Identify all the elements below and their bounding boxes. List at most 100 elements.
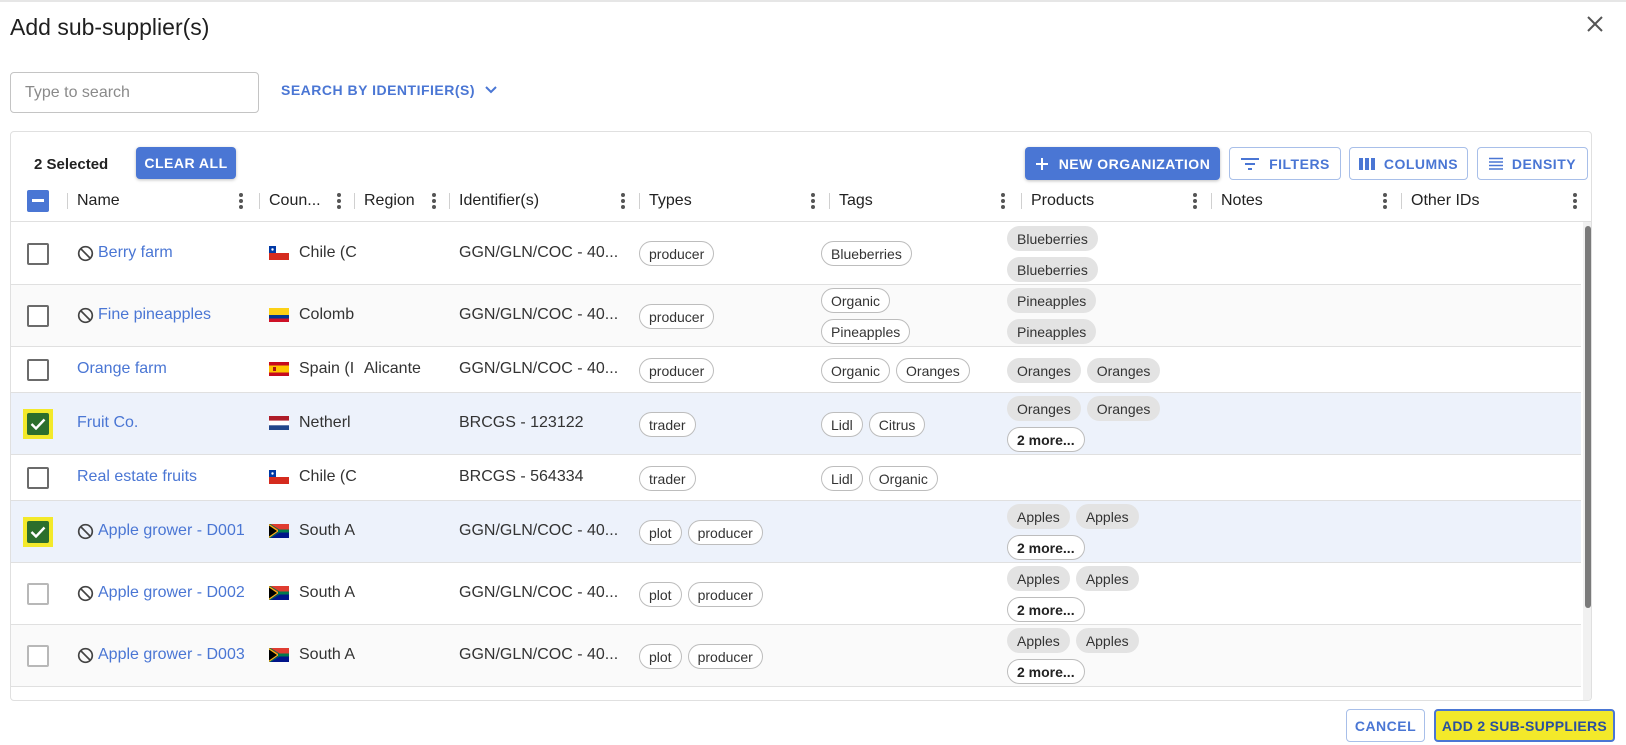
- tags-chip: Organic: [868, 466, 938, 491]
- identifier-cell: GGN/GLN/COC - 40...: [459, 306, 619, 323]
- add-sub-suppliers-button[interactable]: ADD 2 SUB-SUPPLIERS: [1434, 709, 1615, 742]
- column-header-name[interactable]: Name: [67, 181, 255, 221]
- column-menu-icon[interactable]: [1375, 191, 1395, 211]
- products-chip: Blueberries: [1007, 226, 1098, 251]
- products-cell: Oranges Oranges: [1007, 358, 1161, 383]
- organization-name-link[interactable]: Fine pineapples: [77, 306, 211, 324]
- chile-flag-icon: [269, 246, 289, 260]
- checkbox-icon: [27, 359, 49, 381]
- spain-flag-icon: [269, 362, 289, 376]
- column-header-types[interactable]: Types: [639, 181, 827, 221]
- column-header-products[interactable]: Products: [1021, 181, 1209, 221]
- no-entry-icon: [77, 307, 94, 324]
- columns-button[interactable]: COLUMNS: [1349, 147, 1468, 180]
- row-select-checkbox[interactable]: [23, 409, 53, 439]
- search-input[interactable]: [10, 72, 259, 113]
- country-cell: South A: [269, 584, 364, 602]
- show-more-products-chip[interactable]: 2 more...: [1007, 597, 1085, 622]
- types-chip: producer: [687, 582, 763, 607]
- filters-button[interactable]: FILTERS: [1229, 147, 1341, 180]
- types-cell: trader: [639, 412, 696, 437]
- show-more-products-chip[interactable]: 2 more...: [1007, 535, 1085, 560]
- column-menu-icon[interactable]: [424, 191, 444, 211]
- organization-name: Apple grower - D003: [98, 646, 245, 663]
- column-header-identifiers[interactable]: Identifier(s): [449, 181, 637, 221]
- tags-chip: Lidl: [821, 412, 863, 437]
- products-cell: Apples Apples 2 more...: [1007, 504, 1139, 560]
- cancel-button[interactable]: CANCEL: [1346, 709, 1425, 742]
- column-header-notes[interactable]: Notes: [1211, 181, 1399, 221]
- organization-name-link[interactable]: Orange farm: [77, 360, 167, 378]
- density-button[interactable]: DENSITY: [1477, 147, 1588, 180]
- column-menu-icon[interactable]: [1565, 191, 1585, 211]
- table-row[interactable]: Apple grower - D001 South A GGN/GLN/COC …: [11, 501, 1581, 563]
- types-cell: producer: [639, 304, 715, 329]
- country-name: Netherl: [299, 414, 351, 431]
- organization-name-link[interactable]: Apple grower - D003: [77, 646, 245, 664]
- identifier-cell: BRCGS - 123122: [459, 414, 584, 431]
- show-more-products-chip[interactable]: 2 more...: [1007, 427, 1085, 452]
- column-menu-icon[interactable]: [613, 191, 633, 211]
- column-header-other-ids[interactable]: Other IDs: [1401, 181, 1589, 221]
- south-africa-flag-icon: [269, 586, 289, 600]
- row-select-checkbox[interactable]: [23, 579, 53, 609]
- column-menu-icon[interactable]: [1185, 191, 1205, 211]
- scrollbar-thumb[interactable]: [1585, 226, 1591, 608]
- select-all-checkbox[interactable]: [23, 186, 53, 216]
- organization-name-link[interactable]: Fruit Co.: [77, 414, 138, 432]
- column-header-country[interactable]: Coun...: [259, 181, 353, 221]
- table-row[interactable]: Real estate fruits Chile (C BRCGS - 5643…: [11, 455, 1581, 501]
- checkbox-icon: [27, 645, 49, 667]
- table-row[interactable]: Apple grower - D002 South A GGN/GLN/COC …: [11, 563, 1581, 625]
- organization-name: Fine pineapples: [98, 306, 211, 323]
- table-row[interactable]: Fine pineapples Colomb GGN/GLN/COC - 40.…: [11, 285, 1581, 347]
- country-name: Colomb: [299, 306, 355, 323]
- products-cell: Blueberries Blueberries: [1007, 226, 1098, 282]
- show-more-products-chip[interactable]: 2 more...: [1007, 659, 1085, 684]
- checkbox-icon: [27, 305, 49, 327]
- identifier-cell: GGN/GLN/COC - 40...: [459, 584, 619, 601]
- country-cell: Netherl: [269, 414, 364, 432]
- table-row[interactable]: Fruit Co. Netherl BRCGS - 123122 trader Li…: [11, 393, 1581, 455]
- organization-name-link[interactable]: Apple grower - D002: [77, 584, 245, 602]
- types-chip: producer: [687, 644, 763, 669]
- new-organization-button[interactable]: NEW ORGANIZATION: [1025, 147, 1220, 180]
- products-chip: Apples: [1075, 504, 1139, 529]
- netherlands-flag-icon: [269, 416, 289, 430]
- row-select-checkbox[interactable]: [23, 301, 53, 331]
- products-chip: Blueberries: [1007, 257, 1098, 282]
- products-cell: Pineapples Pineapples: [1007, 288, 1097, 344]
- columns-icon: [1358, 157, 1375, 170]
- close-icon[interactable]: [1581, 10, 1609, 38]
- table-row[interactable]: Berry farm Chile (C GGN/GLN/COC - 40... p…: [11, 222, 1581, 285]
- table-row[interactable]: Orange farm Spain (I Alicante GGN/GLN/COC…: [11, 347, 1581, 393]
- column-menu-icon[interactable]: [993, 191, 1013, 211]
- organization-name-link[interactable]: Real estate fruits: [77, 468, 197, 486]
- no-entry-icon: [77, 647, 94, 664]
- chevron-down-icon: [485, 86, 497, 94]
- column-menu-icon[interactable]: [231, 191, 251, 211]
- tags-chip: Lidl: [821, 466, 863, 491]
- row-select-checkbox[interactable]: [23, 517, 53, 547]
- column-menu-icon[interactable]: [329, 191, 349, 211]
- chile-flag-icon: [269, 470, 289, 484]
- tags-cell: Blueberries: [821, 241, 912, 266]
- column-menu-icon[interactable]: [803, 191, 823, 211]
- organization-name-link[interactable]: Apple grower - D001: [77, 522, 245, 540]
- clear-all-button[interactable]: CLEAR ALL: [136, 147, 236, 179]
- column-header-tags[interactable]: Tags: [829, 181, 1017, 221]
- column-header-label: Tags: [839, 192, 873, 209]
- column-header-region[interactable]: Region: [354, 181, 448, 221]
- row-select-checkbox[interactable]: [23, 641, 53, 671]
- search-by-identifier-dropdown[interactable]: SEARCH BY IDENTIFIER(S): [281, 82, 497, 98]
- identifier-cell: BRCGS - 564334: [459, 468, 584, 485]
- country-name: South A: [299, 584, 356, 601]
- row-select-checkbox[interactable]: [23, 463, 53, 493]
- organization-name-link[interactable]: Berry farm: [77, 244, 173, 262]
- row-select-checkbox[interactable]: [23, 239, 53, 269]
- types-cell: producer: [639, 358, 715, 383]
- south-africa-flag-icon: [269, 648, 289, 662]
- types-chip: trader: [639, 466, 696, 491]
- table-row[interactable]: Apple grower - D003 South A GGN/GLN/COC …: [11, 625, 1581, 687]
- row-select-checkbox[interactable]: [23, 355, 53, 385]
